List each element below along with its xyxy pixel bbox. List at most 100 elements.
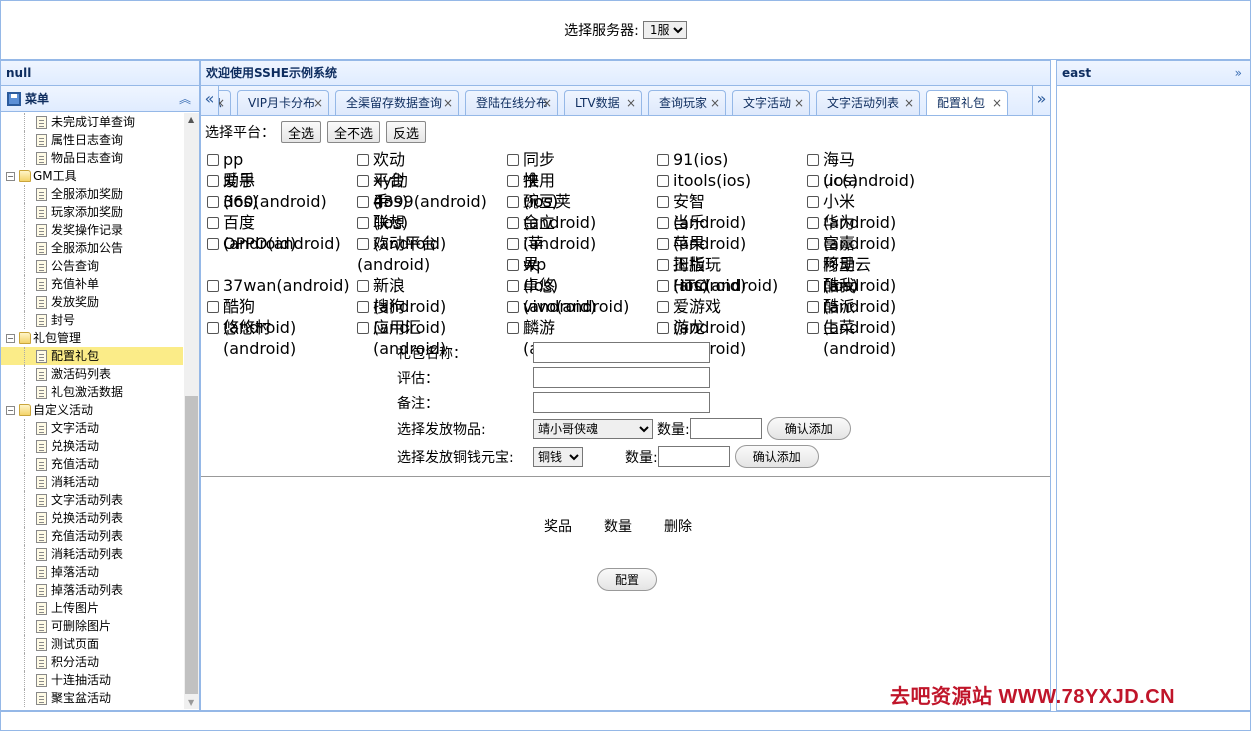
tree-item[interactable]: 文字活动列表	[1, 491, 183, 509]
tab-close-icon[interactable]: ×	[313, 91, 323, 115]
config-button[interactable]: 配置	[597, 568, 658, 591]
platform-checkbox[interactable]	[807, 301, 819, 313]
platform-checkbox[interactable]	[207, 217, 219, 229]
platform-checkbox[interactable]	[807, 196, 819, 208]
tree-item[interactable]: 发奖操作记录	[1, 221, 183, 239]
platform-checkbox[interactable]	[207, 196, 219, 208]
platform-checkbox[interactable]	[807, 238, 819, 250]
platform-checkbox[interactable]	[357, 154, 369, 166]
platform-checkbox[interactable]	[657, 238, 669, 250]
select-none-button[interactable]: 全不选	[327, 121, 381, 143]
tree-item[interactable]: 兑换活动	[1, 437, 183, 455]
tree-item[interactable]: 全服添加奖励	[1, 185, 183, 203]
scroll-down-arrow-icon[interactable]: ▼	[188, 698, 194, 707]
tree-item[interactable]: 物品日志查询	[1, 149, 183, 167]
tree-item[interactable]: 充值补单	[1, 275, 183, 293]
tab-1[interactable]: VIP月卡分布 ×	[237, 90, 329, 115]
platform-checkbox-item[interactable]: OPPO(android)	[207, 233, 341, 254]
tab-close-icon[interactable]: ×	[904, 91, 914, 115]
collapse-up-icon[interactable]: ︽	[179, 90, 191, 107]
tree-item[interactable]: 未完成订单查询	[1, 113, 183, 131]
tree-item[interactable]: 配置礼包	[1, 347, 183, 365]
platform-checkbox[interactable]	[357, 301, 369, 313]
tree-item[interactable]: 兑换活动列表	[1, 509, 183, 527]
select-all-button[interactable]: 全选	[281, 121, 322, 143]
platform-checkbox[interactable]	[357, 196, 369, 208]
platform-checkbox-item[interactable]: 4399(android)	[357, 191, 487, 212]
platform-checkbox[interactable]	[807, 322, 819, 334]
platform-checkbox[interactable]	[357, 322, 369, 334]
platform-checkbox-item[interactable]: vivo(android)	[507, 296, 629, 317]
gift-name-input[interactable]	[533, 342, 710, 363]
tabs-scroll-right-icon[interactable]: »	[1032, 86, 1050, 115]
platform-checkbox[interactable]	[357, 175, 369, 187]
platform-checkbox-item[interactable]: 360(android)	[207, 191, 327, 212]
tree-scrollbar[interactable]: ▲ ▼	[184, 113, 199, 709]
tree-item[interactable]: 消耗活动列表	[1, 545, 183, 563]
tree-item[interactable]: 封号	[1, 311, 183, 329]
tree-item[interactable]: 掉落活动列表	[1, 581, 183, 599]
collapse-toggle-icon[interactable]: −	[6, 333, 15, 343]
platform-checkbox[interactable]	[207, 322, 219, 334]
scroll-up-arrow-icon[interactable]: ▲	[188, 115, 194, 124]
tree-item[interactable]: 充值活动列表	[1, 527, 183, 545]
tree-item[interactable]: 激活码列表	[1, 365, 183, 383]
platform-checkbox[interactable]	[657, 280, 669, 292]
tree-folder[interactable]: − GM工具	[1, 167, 183, 185]
platform-checkbox[interactable]	[357, 217, 369, 229]
platform-checkbox-item[interactable]: uc(android)	[807, 170, 915, 191]
item-confirm-add-button[interactable]: 确认添加	[766, 417, 851, 440]
platform-checkbox[interactable]	[807, 259, 819, 271]
tab-close-icon[interactable]: ×	[626, 91, 636, 115]
platform-checkbox[interactable]	[657, 175, 669, 187]
tab-6[interactable]: 文字活动 ×	[732, 90, 810, 115]
tree-item[interactable]: 消耗活动	[1, 473, 183, 491]
platform-checkbox[interactable]	[807, 217, 819, 229]
tab-close-icon[interactable]: ×	[794, 91, 804, 115]
tree-item[interactable]: 聚宝盆活动	[1, 689, 183, 707]
tree-item[interactable]: 积分活动	[1, 653, 183, 671]
platform-checkbox-item[interactable]: 生菜(android)	[807, 317, 896, 359]
coin-confirm-add-button[interactable]: 确认添加	[734, 445, 819, 468]
platform-checkbox[interactable]	[507, 217, 519, 229]
platform-checkbox[interactable]	[657, 154, 669, 166]
platform-checkbox[interactable]	[807, 154, 819, 166]
platform-checkbox[interactable]	[507, 322, 519, 334]
tree-folder[interactable]: − 礼包管理	[1, 329, 183, 347]
item-select[interactable]: 靖小哥侠魂	[533, 418, 653, 439]
tree-item[interactable]: 发放奖励	[1, 293, 183, 311]
tree-item[interactable]: 文字活动	[1, 419, 183, 437]
note-input[interactable]	[533, 392, 710, 413]
tab-4[interactable]: LTV数据 ×	[564, 90, 642, 115]
expand-right-icon[interactable]: »	[1235, 61, 1242, 85]
tree-item[interactable]: 上传图片	[1, 599, 183, 617]
tab-close-icon[interactable]: ×	[710, 91, 720, 115]
platform-checkbox-item[interactable]: 91(ios)	[657, 149, 728, 170]
tab-8[interactable]: 配置礼包 ×	[926, 90, 1008, 115]
tree-item[interactable]: 充值活动	[1, 455, 183, 473]
tree-item[interactable]: 礼包激活数据	[1, 383, 183, 401]
tab-2[interactable]: 全渠留存数据查询 ×	[335, 90, 459, 115]
platform-checkbox-item[interactable]: HTC(android)	[657, 275, 778, 296]
tree-item[interactable]: 测试页面	[1, 635, 183, 653]
tab-close-icon[interactable]: ×	[542, 91, 552, 115]
platform-checkbox[interactable]	[507, 280, 519, 292]
tree-item[interactable]: 十连抽活动	[1, 671, 183, 689]
platform-checkbox[interactable]	[507, 259, 519, 271]
platform-checkbox[interactable]	[507, 238, 519, 250]
tab-close-icon[interactable]: ×	[992, 91, 1002, 115]
platform-checkbox-item[interactable]: itools(ios)	[657, 170, 751, 191]
platform-checkbox[interactable]	[507, 196, 519, 208]
platform-checkbox-item[interactable]: 悠悠村(android)	[207, 317, 296, 359]
tree-folder[interactable]: − 自定义活动	[1, 401, 183, 419]
tree-item[interactable]: 全服添加公告	[1, 239, 183, 257]
invert-selection-button[interactable]: 反选	[386, 121, 427, 143]
tab-close-icon[interactable]: ×	[443, 91, 453, 115]
platform-checkbox[interactable]	[207, 175, 219, 187]
coin-select[interactable]: 铜钱	[533, 446, 583, 467]
platform-checkbox[interactable]	[507, 301, 519, 313]
platform-checkbox[interactable]	[807, 280, 819, 292]
item-qty-input[interactable]	[689, 418, 762, 439]
platform-checkbox[interactable]	[357, 280, 369, 292]
tree-item[interactable]: 公告查询	[1, 257, 183, 275]
